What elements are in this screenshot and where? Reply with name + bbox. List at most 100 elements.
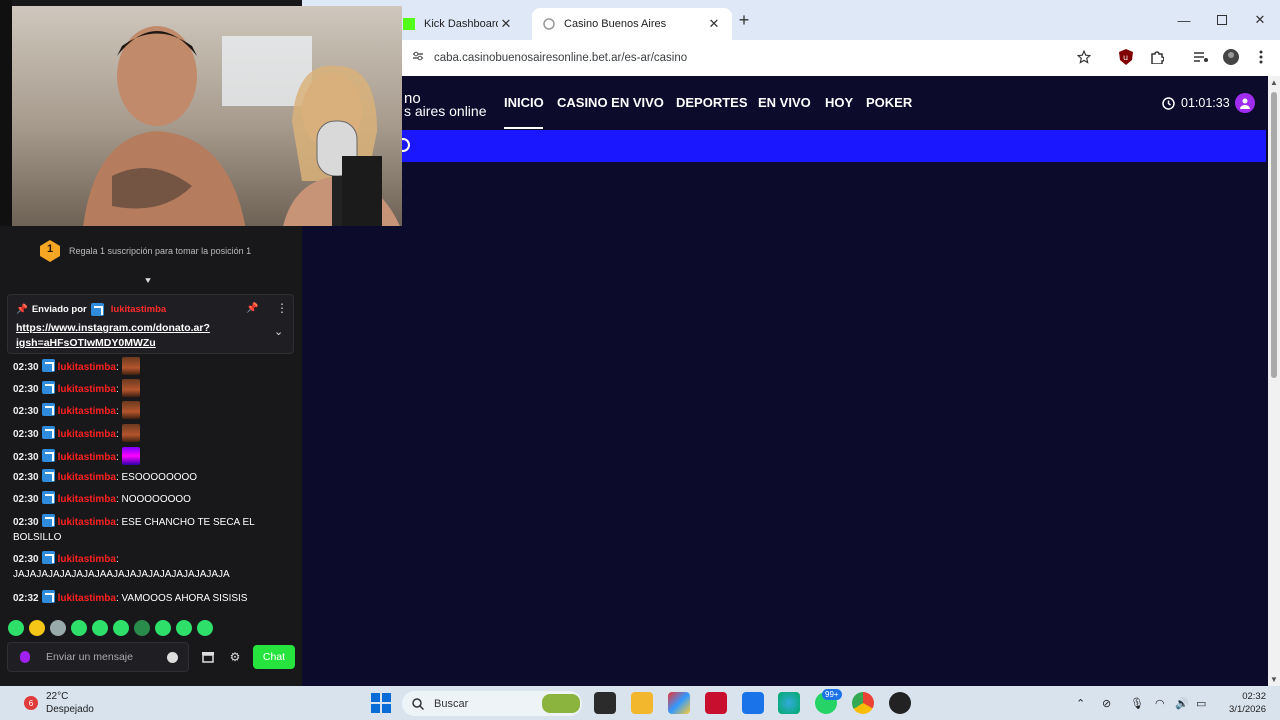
file-explorer-icon[interactable] xyxy=(631,692,653,714)
start-button-icon[interactable] xyxy=(370,692,392,714)
collapse-chevron-icon[interactable]: ⯆ xyxy=(144,276,152,287)
obs-icon[interactable] xyxy=(889,692,911,714)
media-controls-icon[interactable] xyxy=(1190,46,1212,68)
message-username[interactable]: lukitastimba xyxy=(58,517,116,528)
menu-kebab-icon[interactable] xyxy=(1250,46,1272,68)
rank-badge-icon: 1 xyxy=(40,240,60,262)
store-icon[interactable] xyxy=(201,650,215,664)
pinned-link[interactable]: https://www.instagram.com/donato.ar?igsh… xyxy=(16,321,256,351)
verified-badge-icon xyxy=(41,381,55,394)
close-window-icon[interactable]: ✕ xyxy=(1250,10,1270,30)
settings-gear-icon[interactable]: ⚙ xyxy=(228,650,242,664)
message-username[interactable]: lukitastimba xyxy=(58,494,116,505)
emote-icon[interactable] xyxy=(71,620,87,636)
address-bar[interactable]: caba.casinobuenosairesonline.bet.ar/es-a… xyxy=(402,44,1082,72)
scroll-down-icon[interactable]: ▼ xyxy=(1270,675,1278,684)
bookmark-star-icon[interactable] xyxy=(1073,46,1095,68)
emote-icon[interactable] xyxy=(197,620,213,636)
message-username[interactable]: lukitastimba xyxy=(58,406,116,417)
pinned-author[interactable]: lukitastimba xyxy=(111,304,166,315)
unpin-icon[interactable]: 📌 xyxy=(246,303,258,314)
microphone-figure xyxy=(316,120,382,226)
maximize-icon[interactable] xyxy=(1212,10,1232,30)
copilot-icon[interactable] xyxy=(668,692,690,714)
message-username[interactable]: lukitastimba xyxy=(58,362,116,373)
emote-icon[interactable] xyxy=(134,620,150,636)
leaderboard-text: Regala 1 suscripción para tomar la posic… xyxy=(69,246,252,256)
pinned-message[interactable]: 📌 Enviado por lukitastimba https://www.i… xyxy=(7,294,294,354)
nav-en-vivo[interactable]: EN VIVO xyxy=(758,95,811,110)
site-settings-icon[interactable] xyxy=(412,49,424,67)
nav-inicio[interactable]: INICIO xyxy=(504,95,544,110)
microphone-icon[interactable]: 🎙 xyxy=(1130,697,1144,710)
show-hidden-icons-icon[interactable]: ⌃ xyxy=(1076,697,1085,710)
more-options-icon[interactable]: ⋮ xyxy=(276,301,288,315)
expand-chevron-icon[interactable]: ⌄ xyxy=(274,325,283,338)
task-view-icon[interactable] xyxy=(594,692,616,714)
message-time: 02:30 xyxy=(13,429,39,440)
user-account-icon[interactable] xyxy=(1235,93,1255,113)
network-off-icon[interactable]: ⊘ xyxy=(1102,697,1111,710)
verified-badge-icon xyxy=(41,469,55,482)
wifi-icon[interactable]: ◠ xyxy=(1155,697,1165,710)
webcam-feed xyxy=(12,6,402,226)
message-username[interactable]: lukitastimba xyxy=(58,429,116,440)
emote-icon[interactable] xyxy=(29,620,45,636)
edge-icon[interactable] xyxy=(778,692,800,714)
message-username[interactable]: lukitastimba xyxy=(58,554,116,565)
face-emote-icon xyxy=(121,379,140,397)
message-username[interactable]: lukitastimba xyxy=(58,593,116,604)
message-username[interactable]: lukitastimba xyxy=(58,472,116,483)
screen: Kick Dashboard ✕ Casino Buenos Aires ✕ +… xyxy=(0,0,1280,720)
new-tab-button[interactable]: + xyxy=(736,11,752,29)
chat-input[interactable]: Enviar un mensaje xyxy=(7,642,189,672)
tab-title: Casino Buenos Aires xyxy=(564,18,667,30)
nav-hoy[interactable]: HOY xyxy=(825,95,853,110)
minimize-icon[interactable]: — xyxy=(1174,10,1194,30)
chat-message: 02:30 lukitastimba: xyxy=(13,447,289,465)
extensions-icon[interactable] xyxy=(1146,46,1168,68)
system-clock[interactable]: 02:32 3/1/2026 xyxy=(1220,690,1266,716)
battery-icon[interactable]: ▭ xyxy=(1196,697,1206,710)
message-username[interactable]: lukitastimba xyxy=(58,384,116,395)
taskbar-search[interactable]: Buscar xyxy=(402,691,582,716)
weather-widget[interactable]: 6 22°C Despejado xyxy=(24,690,94,716)
mcafee-icon[interactable] xyxy=(705,692,727,714)
nav-deportes[interactable]: DEPORTES xyxy=(676,95,748,110)
emote-icon[interactable] xyxy=(50,620,66,636)
close-tab-icon[interactable]: ✕ xyxy=(706,16,722,32)
loading-favicon-icon xyxy=(542,17,556,31)
tab-casino-buenos-aires[interactable]: Casino Buenos Aires ✕ xyxy=(532,8,732,40)
volume-icon[interactable]: 🔊 xyxy=(1175,697,1189,710)
message-time: 02:30 xyxy=(13,472,39,483)
message-time: 02:30 xyxy=(13,517,39,528)
chrome-icon[interactable] xyxy=(852,692,874,714)
voice-icon[interactable] xyxy=(20,651,30,663)
emote-icon[interactable] xyxy=(92,620,108,636)
emoji-picker-icon[interactable] xyxy=(167,651,178,663)
page-scrollbar[interactable]: ▲ ▼ xyxy=(1268,76,1280,686)
nav-casino-en-vivo[interactable]: CASINO EN VIVO xyxy=(557,95,664,110)
loading-banner xyxy=(396,130,1266,162)
tab-kick-dashboard[interactable]: Kick Dashboard ✕ xyxy=(392,8,524,40)
leaderboard-prompt[interactable]: 1 Regala 1 suscripción para tomar la pos… xyxy=(0,234,302,268)
pin-icon: 📌 xyxy=(16,304,28,315)
nav-poker[interactable]: POKER xyxy=(866,95,912,110)
emote-icon[interactable] xyxy=(176,620,192,636)
close-tab-icon[interactable]: ✕ xyxy=(498,16,514,32)
search-highlight-image xyxy=(542,694,580,713)
verified-badge-icon xyxy=(41,426,55,439)
profile-avatar-icon[interactable] xyxy=(1220,46,1242,68)
scroll-thumb[interactable] xyxy=(1271,92,1277,378)
emote-icon[interactable] xyxy=(155,620,171,636)
face-emote-icon xyxy=(121,424,140,442)
message-username[interactable]: lukitastimba xyxy=(58,452,116,463)
message-time: 02:30 xyxy=(13,362,39,373)
ublock-extension-icon[interactable]: u xyxy=(1115,46,1137,68)
scroll-up-icon[interactable]: ▲ xyxy=(1270,78,1278,87)
send-chat-button[interactable]: Chat xyxy=(253,645,295,669)
outlook-icon[interactable] xyxy=(742,692,764,714)
casino-logo[interactable]: no s aires online xyxy=(404,91,487,118)
emote-icon[interactable] xyxy=(8,620,24,636)
emote-icon[interactable] xyxy=(113,620,129,636)
